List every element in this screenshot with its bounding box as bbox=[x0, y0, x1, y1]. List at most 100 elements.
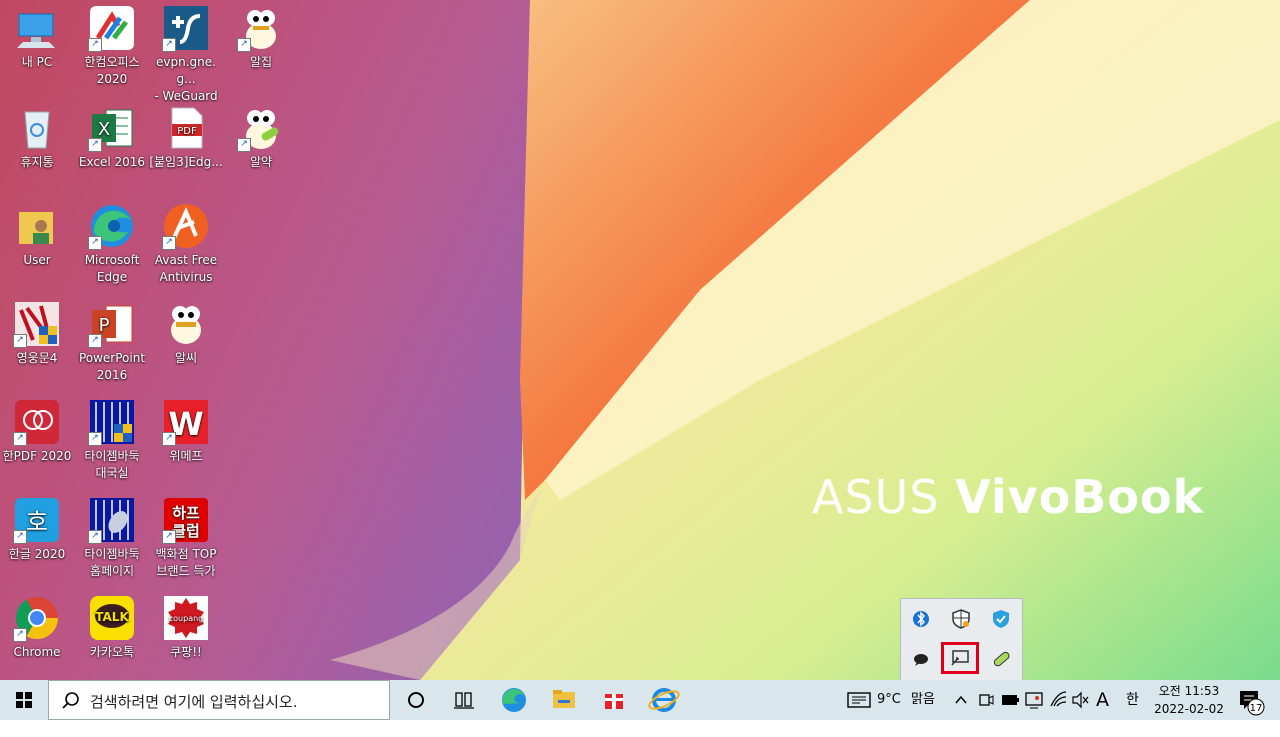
shortcut-arrow-icon: ↗ bbox=[162, 530, 176, 544]
shortcut-arrow-icon: ↗ bbox=[237, 138, 251, 152]
pdf-file-icon: PDF bbox=[162, 104, 210, 152]
shortcut-arrow-icon: ↗ bbox=[13, 432, 27, 446]
svg-text:X: X bbox=[98, 119, 110, 140]
desktop-icon-alyac[interactable]: ↗ 알약 bbox=[224, 100, 298, 171]
bluetooth-icon[interactable] bbox=[909, 607, 933, 631]
gift-app-button[interactable] bbox=[590, 680, 638, 720]
desktop-icon-hancom-office[interactable]: ↗ 한컴오피스 2020 bbox=[75, 0, 149, 88]
pill-icon[interactable] bbox=[989, 647, 1013, 671]
desktop-icon-excel[interactable]: X ↗ Excel 2016 bbox=[75, 100, 149, 171]
shortcut-arrow-icon: ↗ bbox=[13, 530, 27, 544]
antivirus-shield-icon[interactable] bbox=[989, 607, 1013, 631]
taskbar-edge-button[interactable] bbox=[490, 680, 538, 720]
display-icon[interactable] bbox=[1024, 680, 1044, 720]
battery-icon[interactable] bbox=[1000, 680, 1020, 720]
desktop-icon-pdf-attachment[interactable]: PDF [붙임3]Edg... bbox=[149, 100, 223, 171]
highlight-box bbox=[941, 642, 979, 674]
hanpdf-icon: ↗ bbox=[13, 398, 61, 446]
system-clock[interactable]: 오전 11:53 2022-02-02 bbox=[1148, 682, 1230, 718]
desktop-icon-tygem-home[interactable]: ↗ 타이젬바둑 홈페이지 bbox=[75, 492, 149, 580]
svg-text:클럽: 클럽 bbox=[172, 522, 200, 540]
desktop-icon-powerpoint[interactable]: P ↗ PowerPoint 2016 bbox=[75, 296, 149, 384]
desktop-icon-edge[interactable]: ↗ Microsoft Edge bbox=[75, 198, 149, 286]
avast-icon: ↗ bbox=[162, 202, 210, 250]
shortcut-arrow-icon: ↗ bbox=[237, 38, 251, 52]
desktop-icon-tygem[interactable]: ↗ 타이젬바둑 대국실 bbox=[75, 394, 149, 482]
desktop-icon-kakaotalk[interactable]: TALK 카카오톡 bbox=[75, 590, 149, 661]
desktop-icon-chrome[interactable]: ↗ Chrome bbox=[0, 590, 74, 661]
shortcut-arrow-icon: ↗ bbox=[88, 236, 102, 250]
chat-icon[interactable] bbox=[909, 647, 933, 671]
tygem-icon: ↗ bbox=[88, 398, 136, 446]
computer-icon bbox=[13, 4, 61, 52]
edge-icon: ↗ bbox=[88, 202, 136, 250]
gift-icon bbox=[605, 694, 623, 709]
desktop-icon-avast[interactable]: ↗ Avast Free Antivirus bbox=[149, 198, 223, 286]
shortcut-arrow-icon: ↗ bbox=[162, 38, 176, 52]
task-view-button[interactable] bbox=[440, 680, 488, 720]
desktop-icon-alsee[interactable]: 알씨 bbox=[149, 296, 223, 367]
file-explorer-button[interactable] bbox=[540, 680, 588, 720]
shortcut-arrow-icon: ↗ bbox=[88, 334, 102, 348]
search-placeholder: 검색하려면 여기에 입력하십시오. bbox=[90, 693, 298, 711]
file-explorer-icon bbox=[553, 690, 575, 708]
desktop-icon-wemakeprice[interactable]: W ↗ 위메프 bbox=[149, 394, 223, 465]
shortcut-arrow-icon: ↗ bbox=[88, 530, 102, 544]
svg-text:TALK: TALK bbox=[95, 610, 129, 624]
desktop-icon-half-club[interactable]: 하프 클럽 ↗ 백화점 TOP 브랜드 득가 bbox=[149, 492, 223, 580]
svg-text:coupang: coupang bbox=[169, 614, 204, 623]
shortcut-arrow-icon: ↗ bbox=[88, 138, 102, 152]
weather-icon[interactable] bbox=[846, 680, 874, 720]
shortcut-arrow-icon: ↗ bbox=[13, 334, 27, 348]
volume-muted-icon[interactable] bbox=[1070, 680, 1090, 720]
svg-text:P: P bbox=[99, 315, 110, 336]
hancom-office-icon: ↗ bbox=[88, 4, 136, 52]
recycle-bin-icon bbox=[13, 104, 61, 152]
alsee-icon bbox=[162, 300, 210, 348]
clock-date: 2022-02-02 bbox=[1154, 702, 1224, 716]
weather-condition[interactable]: 맑음 bbox=[911, 680, 935, 720]
task-view-icon bbox=[454, 692, 474, 709]
internet-explorer-button[interactable] bbox=[640, 680, 688, 720]
alzip-icon: ↗ bbox=[237, 4, 285, 52]
youngwoongmun-icon: ↗ bbox=[13, 300, 61, 348]
cortana-button[interactable] bbox=[392, 680, 440, 720]
ime-mode-han[interactable]: 한 bbox=[1126, 680, 1139, 720]
desktop-icon-hanpdf[interactable]: ↗ 한PDF 2020 bbox=[0, 394, 74, 465]
excel-icon: X ↗ bbox=[88, 104, 136, 152]
ime-mode-a[interactable]: A bbox=[1096, 680, 1109, 720]
desktop-icon-coupang[interactable]: coupang 쿠팡!! bbox=[149, 590, 223, 661]
wifi-icon[interactable] bbox=[1048, 680, 1068, 720]
desktop-icon-alzip[interactable]: ↗ 알집 bbox=[224, 0, 298, 71]
kakaotalk-icon: TALK bbox=[88, 594, 136, 642]
coupang-icon: coupang bbox=[162, 594, 210, 642]
desktop-icon-hangul[interactable]: 호 ↗ 한글 2020 bbox=[0, 492, 74, 563]
svg-text:하프: 하프 bbox=[172, 504, 200, 522]
security-shield-icon[interactable] bbox=[949, 607, 973, 631]
taskbar-search-box[interactable]: 검색하려면 여기에 입력하십시오. bbox=[48, 680, 390, 720]
shortcut-arrow-icon: ↗ bbox=[88, 432, 102, 446]
tygem-home-icon: ↗ bbox=[88, 496, 136, 544]
clock-time: 오전 11:53 bbox=[1158, 684, 1220, 698]
notification-center-icon[interactable]: 17 bbox=[1236, 680, 1266, 720]
cortana-icon bbox=[408, 692, 424, 708]
meet-now-icon[interactable] bbox=[976, 680, 996, 720]
chevron-up-icon[interactable] bbox=[952, 680, 970, 720]
shortcut-arrow-icon: ↗ bbox=[88, 38, 102, 52]
desktop-icon-user[interactable]: User bbox=[0, 198, 74, 269]
half-club-icon: 하프 클럽 ↗ bbox=[162, 496, 210, 544]
brand-logo: ASUS VivoBook bbox=[812, 470, 1205, 524]
shortcut-arrow-icon: ↗ bbox=[13, 628, 27, 642]
desktop-icon-my-pc[interactable]: 내 PC bbox=[0, 0, 74, 71]
wemakeprice-icon: W ↗ bbox=[162, 398, 210, 446]
desktop-icon-recycle-bin[interactable]: 휴지통 bbox=[0, 100, 74, 171]
desktop-icon-youngwoongmun[interactable]: ↗ 영웅문4 bbox=[0, 296, 74, 367]
svg-text:호: 호 bbox=[26, 508, 48, 536]
edge-icon bbox=[502, 688, 526, 712]
search-icon bbox=[62, 692, 79, 709]
shortcut-arrow-icon: ↗ bbox=[162, 432, 176, 446]
weather-temperature[interactable]: 9°C bbox=[877, 680, 901, 720]
alyac-icon: ↗ bbox=[237, 104, 285, 152]
start-button[interactable] bbox=[0, 680, 48, 720]
windows-logo-icon bbox=[16, 692, 32, 708]
